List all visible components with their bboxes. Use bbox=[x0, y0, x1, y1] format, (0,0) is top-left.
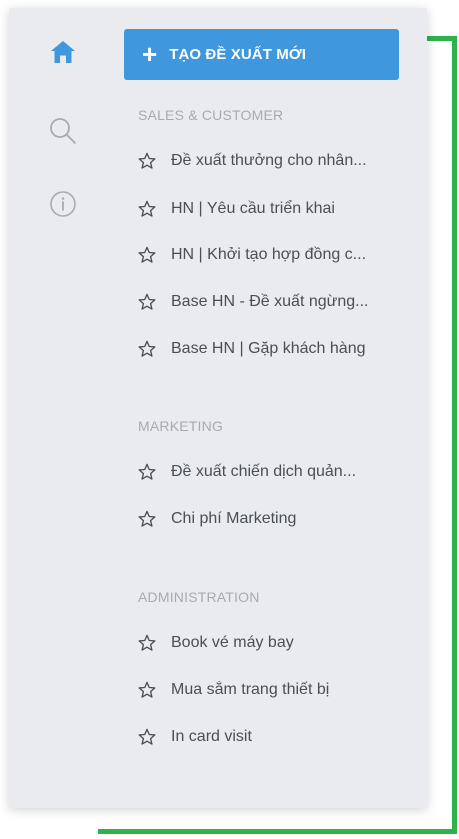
info-icon[interactable] bbox=[47, 188, 79, 220]
star-icon[interactable] bbox=[137, 680, 157, 700]
star-icon[interactable] bbox=[137, 245, 157, 265]
list-item-label: Đề xuất thưởng cho nhân... bbox=[171, 152, 367, 169]
stage: + TẠO ĐỀ XUẤT MỚI SALES & CUSTOMER Đề xu… bbox=[0, 0, 459, 839]
list-item[interactable]: Book vé máy bay bbox=[137, 628, 399, 658]
plus-icon: + bbox=[142, 38, 158, 69]
list-item-label: HN | Khởi tạo hợp đồng c... bbox=[171, 246, 367, 263]
home-icon[interactable] bbox=[47, 36, 79, 68]
list-item-label: In card visit bbox=[171, 728, 252, 745]
list-item[interactable]: HN | Yêu cầu triển khai bbox=[137, 194, 399, 224]
star-icon[interactable] bbox=[137, 339, 157, 359]
list-item[interactable]: Chi phí Marketing bbox=[137, 504, 399, 534]
list-item-label: Đề xuất chiến dịch quản... bbox=[171, 463, 357, 480]
search-icon[interactable] bbox=[47, 115, 79, 147]
list-item[interactable]: Base HN - Đề xuất ngừng... bbox=[137, 287, 399, 317]
star-icon[interactable] bbox=[137, 292, 157, 312]
side-panel: + TẠO ĐỀ XUẤT MỚI SALES & CUSTOMER Đề xu… bbox=[9, 8, 427, 808]
star-icon[interactable] bbox=[137, 462, 157, 482]
list-item-label: Base HN | Gặp khách hàng bbox=[171, 340, 366, 357]
list-item[interactable]: HN | Khởi tạo hợp đồng c... bbox=[137, 240, 399, 270]
create-proposal-label: TẠO ĐỀ XUẤT MỚI bbox=[169, 46, 306, 63]
section-title-marketing: MARKETING bbox=[138, 418, 224, 434]
star-icon[interactable] bbox=[137, 633, 157, 653]
list-item-label: Chi phí Marketing bbox=[171, 510, 297, 527]
section-title-administration: ADMINISTRATION bbox=[138, 589, 260, 605]
star-icon[interactable] bbox=[137, 151, 157, 171]
list-item[interactable]: Đề xuất thưởng cho nhân... bbox=[137, 146, 399, 176]
icon-rail bbox=[9, 8, 119, 808]
star-icon[interactable] bbox=[137, 509, 157, 529]
list-item[interactable]: Đề xuất chiến dịch quản... bbox=[137, 457, 399, 487]
list-item-label: Book vé máy bay bbox=[171, 634, 294, 651]
section-title-sales: SALES & CUSTOMER bbox=[138, 107, 284, 123]
list-item-label: Base HN - Đề xuất ngừng... bbox=[171, 293, 369, 310]
list-item[interactable]: Base HN | Gặp khách hàng bbox=[137, 334, 399, 364]
list-item-label: HN | Yêu cầu triển khai bbox=[171, 200, 335, 217]
create-proposal-button[interactable]: + TẠO ĐỀ XUẤT MỚI bbox=[124, 29, 399, 80]
list-item[interactable]: Mua sắm trang thiết bị bbox=[137, 675, 399, 705]
star-icon[interactable] bbox=[137, 727, 157, 747]
star-icon[interactable] bbox=[137, 199, 157, 219]
list-item-label: Mua sắm trang thiết bị bbox=[171, 681, 330, 698]
list-item[interactable]: In card visit bbox=[137, 722, 399, 752]
